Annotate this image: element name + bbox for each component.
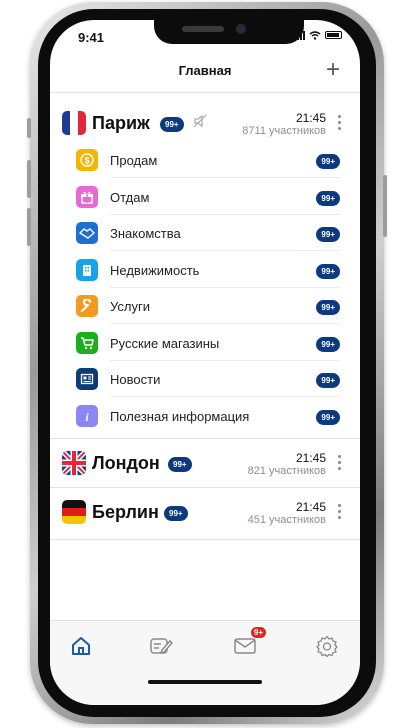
category-label: Услуги [110,299,150,314]
side-button [27,160,31,198]
building-icon [76,258,98,281]
mute-icon [193,114,207,128]
list-divider [50,487,360,488]
category-item[interactable]: $ Продам 99+ [50,142,360,178]
gift-icon [76,185,98,208]
signal-icon [294,30,305,40]
last-message-time: 21:45 [295,500,326,514]
city-name: Берлин [92,502,159,522]
cart-icon [76,331,98,354]
side-button [27,118,31,138]
category-item[interactable]: Знакомства 99+ [50,215,360,251]
unread-badge: 99+ [316,263,340,279]
unread-badge: 99+ [316,154,340,169]
category-label: Отдам [110,189,150,205]
unread-badge: 99+ [316,373,340,388]
messages-badge: 9+ [250,627,266,638]
last-message-time: 21:45 [295,451,326,465]
battery-icon [325,31,342,39]
list-divider [50,539,360,540]
app-header: Главная + [50,56,360,100]
list-divider [50,438,360,439]
tab-settings[interactable] [312,631,342,661]
tab-messages[interactable]: 9+ [230,627,266,661]
flag-france-icon [62,111,86,135]
info-icon: i [76,404,98,427]
category-label: Новости [110,372,161,387]
add-button[interactable]: + [326,56,340,84]
category-label: Недвижимость [110,262,200,278]
home-icon [72,637,90,655]
edit-icon [150,638,173,655]
tab-bar: 9+ [50,620,360,705]
unread-badge: 99+ [160,117,184,132]
svg-text:i: i [85,410,89,423]
unread-badge: 99+ [168,457,192,472]
status-icons [294,30,342,40]
unread-badge: 99+ [316,190,340,206]
city-row-london[interactable]: Лондон 99+ 21:45 821 участников [50,447,360,481]
category-item[interactable]: Русские магазины 99+ [50,325,360,361]
more-options-icon[interactable] [338,115,342,133]
category-item[interactable]: i Полезная информация 99+ [50,398,360,434]
category-item[interactable]: Отдам 99+ [50,179,360,215]
mail-icon [234,638,256,654]
page-title: Главная [178,63,232,78]
unread-badge: 99+ [316,336,340,352]
category-item[interactable]: Недвижимость 99+ [50,252,360,288]
app-screen: 9:41 Главная + Париж 99+ 21:45 8711 учас… [50,20,360,705]
newspaper-icon [76,368,98,390]
city-name: Париж [92,113,150,133]
coin-icon: $ [76,149,98,171]
side-button [27,208,31,246]
svg-text:$: $ [84,156,89,166]
side-button [383,175,387,237]
unread-badge: 99+ [316,300,340,315]
notch [154,20,304,44]
category-label: Полезная информация [110,408,250,424]
wifi-icon [309,30,321,40]
settings-icon [316,635,338,657]
handshake-icon [76,222,98,244]
category-label: Русские магазины [110,335,220,351]
unread-badge: 99+ [316,409,340,425]
member-count: 8711 участников [242,125,326,137]
tab-edit[interactable] [146,631,176,661]
category-item[interactable]: Услуги 99+ [50,288,360,324]
city-row-paris[interactable]: Париж 99+ 21:45 8711 участников [50,107,360,141]
tab-home[interactable] [66,631,96,661]
flag-germany-icon [62,500,86,524]
category-label: Продам [110,153,158,168]
unread-badge: 99+ [164,506,188,521]
header-divider [50,92,360,93]
member-count: 821 участников [247,465,326,477]
category-item[interactable]: Новости 99+ [50,361,360,397]
unread-badge: 99+ [316,227,340,242]
speaker-grille [182,26,224,32]
wrench-icon [76,295,98,317]
flag-uk-icon [62,451,86,475]
city-name: Лондон [92,453,160,473]
member-count: 451 участников [247,514,326,526]
more-options-icon[interactable] [338,455,342,473]
city-row-berlin[interactable]: Берлин 99+ 21:45 451 участников [50,496,360,530]
status-time: 9:41 [78,30,105,45]
last-message-time: 21:45 [295,111,326,125]
home-indicator [148,680,262,684]
more-options-icon[interactable] [338,504,342,522]
front-camera [236,24,246,34]
category-label: Знакомства [110,226,181,241]
